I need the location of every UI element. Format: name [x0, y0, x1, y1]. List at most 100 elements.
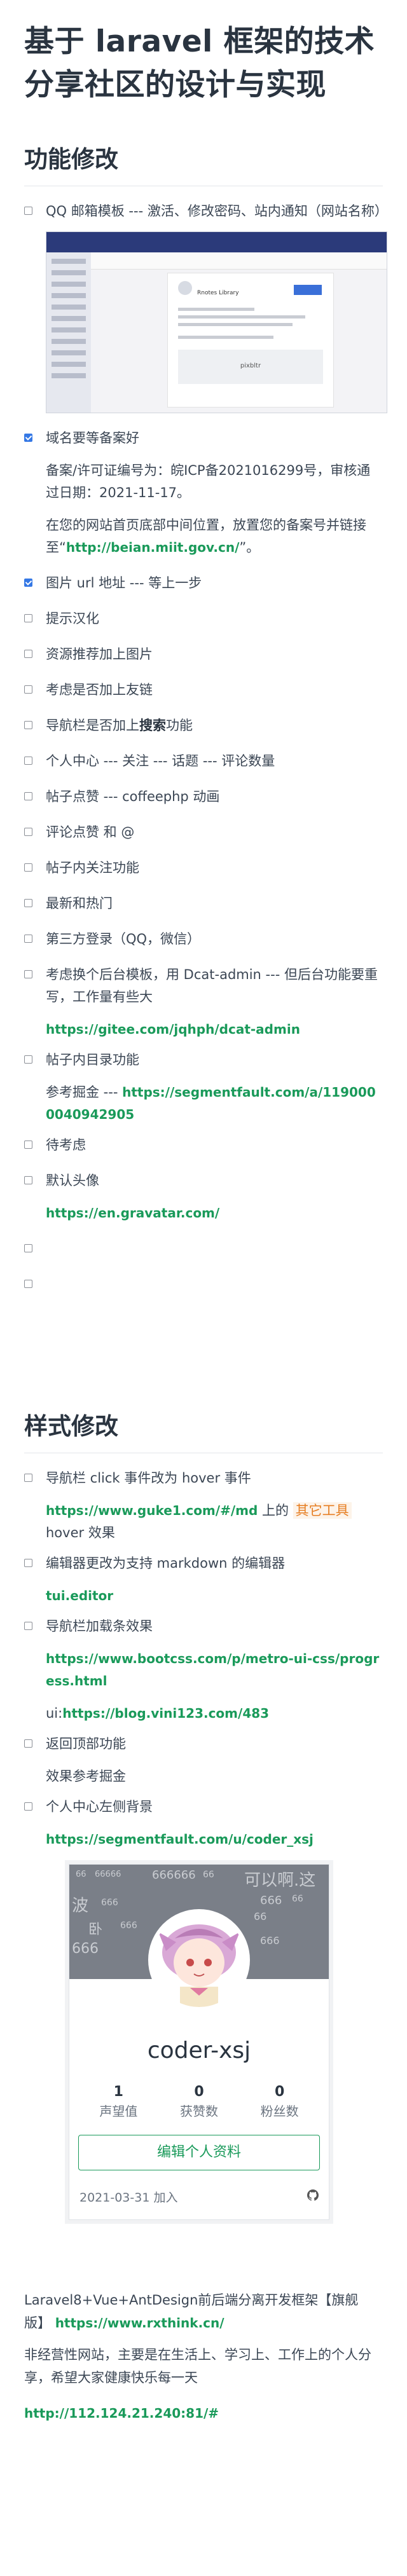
stat-label: 获赞数: [179, 2104, 218, 2119]
admin-link-para: https://gitee.com/jqhph/dcat-admin: [46, 1018, 383, 1041]
guke-link[interactable]: https://www.guke1.com/#/md: [46, 1503, 258, 1518]
stat-value: 0: [194, 2084, 204, 2100]
icp-link-note: 在您的网站首页底部中间位置，放置您的备案号并链接至“http://beian.m…: [46, 517, 366, 555]
task-item-search: 导航栏是否加上搜索功能: [24, 715, 383, 737]
task-checkbox[interactable]: [24, 1141, 32, 1149]
banner-text: 66: [76, 1870, 86, 1879]
toc-ref-para: 参考掘金 --- https://segmentfault.com/a/1190…: [46, 1085, 376, 1122]
task-checkbox[interactable]: [24, 899, 32, 907]
task-checkbox-checked[interactable]: [24, 434, 32, 442]
task-checkbox[interactable]: [24, 1280, 32, 1288]
banner-text: 卧: [88, 1922, 103, 1938]
task-checkbox[interactable]: [24, 828, 32, 836]
mail-sidebar: [46, 252, 91, 413]
admin-link-row: https://gitee.com/jqhph/dcat-admin: [46, 1018, 383, 1041]
task-item: 个人中心 --- 关注 --- 话题 --- 评论数量: [24, 750, 383, 772]
task-checkbox[interactable]: [24, 757, 32, 765]
task-item: 考虑是否加上友链: [24, 679, 383, 701]
task-item-editor: 编辑器更改为支持 markdown 的编辑器 tui.editor: [24, 1552, 383, 1607]
task-checkbox[interactable]: [24, 935, 32, 943]
task-checkbox[interactable]: [24, 1802, 32, 1811]
banner-text: 666: [120, 1921, 137, 1931]
task-checkbox[interactable]: [24, 1055, 32, 1064]
banner-text: 666: [101, 1898, 118, 1908]
edit-profile-button[interactable]: 编辑个人资料: [78, 2135, 320, 2170]
mail-card-button: [294, 285, 322, 295]
progress-link-para: https://www.bootcss.com/p/metro-ui-css/p…: [46, 1648, 383, 1692]
task-checkbox[interactable]: [24, 1474, 32, 1482]
task-checkbox[interactable]: [24, 1244, 32, 1252]
progress-links: https://www.bootcss.com/p/metro-ui-css/p…: [46, 1648, 383, 1725]
banner-text: 666666: [152, 1868, 196, 1882]
section-heading-styles: 样式修改: [24, 1411, 383, 1453]
join-date: 2021-03-31 加入: [79, 2191, 178, 2205]
avatar-link-para: https://en.gravatar.com/: [46, 1202, 383, 1224]
task-checkbox-checked[interactable]: [24, 579, 32, 587]
page-title: 基于 laravel 框架的技术分享社区的设计与实现: [24, 24, 375, 102]
task-checkbox[interactable]: [24, 863, 32, 872]
dcat-admin-link[interactable]: https://gitee.com/jqhph/dcat-admin: [46, 1022, 300, 1037]
segmentfault-user-link[interactable]: https://segmentfault.com/u/coder_xsj: [46, 1832, 314, 1847]
stat-likes[interactable]: 0 获赞数: [167, 2083, 231, 2121]
task-checkbox[interactable]: [24, 1622, 32, 1630]
toc-ref-row: 参考掘金 --- https://segmentfault.com/a/1190…: [46, 1081, 383, 1126]
task-item-mail: QQ 邮箱模板 --- 激活、修改密码、站内通知（网站名称） Rnotes Li…: [24, 200, 388, 413]
task-checkbox[interactable]: [24, 721, 32, 729]
metro-ui-link[interactable]: https://www.bootcss.com/p/metro-ui-css/p…: [46, 1651, 379, 1689]
editor-link-para: tui.editor: [46, 1585, 383, 1607]
mail-card-box: pixbltr: [178, 350, 323, 384]
task-checkbox[interactable]: [24, 1176, 32, 1184]
task-item: 提示汉化: [24, 608, 383, 630]
banner-text: 66: [254, 1910, 267, 1922]
site-footer: Laravel8+Vue+AntDesign前后端分离开发框架【旗舰版】 htt…: [24, 2289, 383, 2425]
banner-text: 可以啊.这: [244, 1871, 316, 1890]
banner-text: 66: [292, 1894, 303, 1904]
task-checkbox[interactable]: [24, 685, 32, 694]
tui-editor-link[interactable]: tui.editor: [46, 1588, 113, 1603]
rxthink-link[interactable]: https://www.rxthink.cn/: [55, 2315, 224, 2331]
stat-value: 1: [113, 2084, 123, 2100]
task-checkbox[interactable]: [24, 650, 32, 658]
avatar-link-row: https://en.gravatar.com/: [46, 1202, 383, 1224]
stat-followers[interactable]: 0 粉丝数: [248, 2083, 312, 2121]
task-item-hover: 导航栏 click 事件改为 hover 事件 https://www.guke…: [24, 1467, 383, 1544]
task-checkbox[interactable]: [24, 792, 32, 800]
banner-text: 666: [72, 1941, 99, 1957]
banner-text: 66: [203, 1870, 214, 1880]
task-checkbox[interactable]: [24, 970, 32, 978]
task-item-empty: [24, 1273, 383, 1296]
avatar-illustration: [152, 1913, 246, 2007]
mail-template-screenshot: Rnotes Library pixbltr: [46, 231, 387, 413]
hover-ref-para: https://www.guke1.com/#/md 上的 其它工具 hover…: [46, 1500, 383, 1544]
hover-ref-row: https://www.guke1.com/#/md 上的 其它工具 hover…: [46, 1500, 383, 1544]
gravatar-link[interactable]: https://en.gravatar.com/: [46, 1205, 219, 1221]
mail-card-text: pixbltr: [240, 362, 261, 369]
domain-notes: 备案/许可证编号为：皖ICP备2021016299号，审核通过日期：2021-1…: [46, 460, 383, 559]
profile-link-para: https://segmentfault.com/u/coder_xsj: [46, 1828, 383, 1851]
style-task-list: 导航栏 click 事件改为 hover 事件 https://www.guke…: [24, 1467, 383, 1851]
feature-task-list: QQ 邮箱模板 --- 激活、修改密码、站内通知（网站名称） Rnotes Li…: [24, 200, 388, 1296]
task-item-back-to-top: 返回顶部功能 效果参考掘金: [24, 1733, 383, 1788]
banner-text: 66666: [95, 1870, 121, 1879]
avatar: [148, 1909, 250, 2011]
stat-label: 粉丝数: [260, 2104, 299, 2119]
footer-line-3: http://112.124.21.240:81/#: [24, 2402, 383, 2425]
task-checkbox[interactable]: [24, 1559, 32, 1567]
task-item-admin: 考虑换个后台模板，用 Dcat-admin --- 但后台功能要重写，工作量有些…: [24, 964, 383, 1041]
mail-card: Rnotes Library pixbltr: [167, 273, 334, 408]
task-item-profile-bg: 个人中心左侧背景 https://segmentfault.com/u/code…: [24, 1796, 383, 1851]
task-item-toc: 帖子内目录功能 参考掘金 --- https://segmentfault.co…: [24, 1049, 383, 1126]
beian-link[interactable]: http://beian.miit.gov.cn/: [66, 540, 240, 555]
vini123-link[interactable]: https://blog.vini123.com/483: [62, 1706, 269, 1721]
task-checkbox[interactable]: [24, 614, 32, 622]
banner-text: 666: [260, 1935, 280, 1947]
site-ip-link[interactable]: http://112.124.21.240:81/#: [24, 2406, 219, 2421]
mail-toolbar: [91, 252, 387, 270]
stat-reputation[interactable]: 1 声望值: [86, 2083, 150, 2121]
github-icon[interactable]: [307, 2189, 319, 2204]
task-checkbox[interactable]: [24, 207, 32, 215]
task-item: 资源推荐加上图片: [24, 643, 383, 666]
task-item-avatar: 默认头像 https://en.gravatar.com/: [24, 1170, 383, 1224]
task-checkbox[interactable]: [24, 1739, 32, 1748]
footer-line-2: 非经营性网站，主要是在生活上、学习上、工作上的个人分享，希望大家健康快乐每一天: [24, 2347, 371, 2385]
